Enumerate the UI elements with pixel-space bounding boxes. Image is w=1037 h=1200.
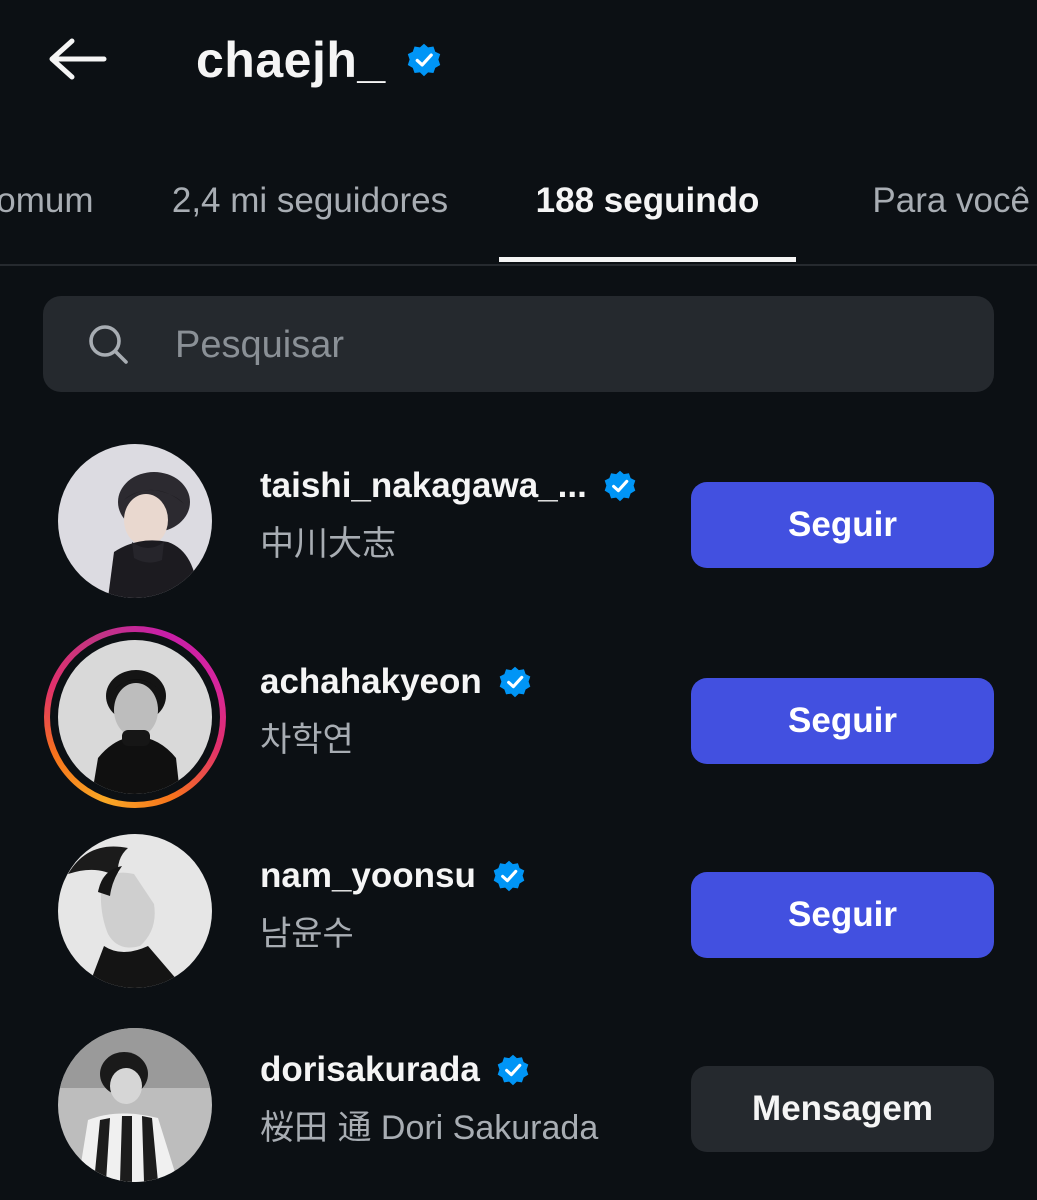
avatar-container[interactable] <box>44 820 226 1002</box>
username[interactable]: dorisakurada <box>260 1050 480 1090</box>
avatar[interactable] <box>58 1028 212 1182</box>
avatar-container[interactable] <box>44 430 226 612</box>
search-input[interactable] <box>173 296 967 394</box>
message-button[interactable]: Mensagem <box>691 1066 994 1152</box>
username[interactable]: taishi_nakagawa_... <box>260 466 587 506</box>
verified-badge-icon <box>406 42 442 78</box>
search-icon <box>87 323 129 365</box>
follow-button[interactable]: Seguir <box>691 482 994 568</box>
search-bar[interactable] <box>43 296 994 394</box>
active-tab-indicator <box>499 257 796 262</box>
tabs-bar: Em comum 2,4 mi seguidores 188 seguindo … <box>0 140 1037 266</box>
tab-para-voce[interactable]: Para você <box>800 140 1030 262</box>
list-item[interactable]: taishi_nakagawa_... 中川大志 Seguir <box>0 426 1037 616</box>
verified-badge-icon <box>603 469 637 503</box>
username-line: achahakyeon <box>260 658 680 706</box>
full-name: 차학연 <box>260 721 354 759</box>
list-item[interactable]: nam_yoonsu 남윤수 Seguir <box>0 816 1037 1006</box>
avatar[interactable] <box>58 640 212 794</box>
avatar[interactable] <box>58 834 212 988</box>
follow-button[interactable]: Seguir <box>691 678 994 764</box>
username[interactable]: achahakyeon <box>260 662 482 702</box>
user-info[interactable]: taishi_nakagawa_... 中川大志 <box>260 462 680 565</box>
full-name: 남윤수 <box>260 915 354 953</box>
username-line: nam_yoonsu <box>260 852 680 900</box>
tab-seguidores[interactable]: 2,4 mi seguidores <box>120 140 500 262</box>
username[interactable]: nam_yoonsu <box>260 856 476 896</box>
back-button[interactable] <box>40 30 112 92</box>
top-bar: chaejh_ <box>0 0 1037 125</box>
tab-em-comum[interactable]: Em comum <box>0 140 120 262</box>
follow-button[interactable]: Seguir <box>691 872 994 958</box>
tab-seguindo[interactable]: 188 seguindo <box>499 140 796 262</box>
avatar-container[interactable] <box>44 1014 226 1196</box>
avatar-container[interactable] <box>44 626 226 808</box>
list-item[interactable]: achahakyeon 차학연 Seguir <box>0 622 1037 812</box>
verified-badge-icon <box>492 859 526 893</box>
arrow-left-icon <box>44 35 108 88</box>
title-group: chaejh_ <box>196 28 442 92</box>
username-line: taishi_nakagawa_... <box>260 462 680 510</box>
full-name: 桜田 通 Dori Sakurada <box>260 1109 599 1147</box>
list-item[interactable]: dorisakurada 桜田 通 Dori Sakurada Mensagem <box>0 1010 1037 1200</box>
page-title: chaejh_ <box>196 32 386 88</box>
verified-badge-icon <box>496 1053 530 1087</box>
user-info[interactable]: achahakyeon 차학연 <box>260 658 680 761</box>
full-name: 中川大志 <box>260 525 396 563</box>
username-line: dorisakurada <box>260 1046 680 1094</box>
avatar[interactable] <box>58 444 212 598</box>
user-info[interactable]: nam_yoonsu 남윤수 <box>260 852 680 955</box>
verified-badge-icon <box>498 665 532 699</box>
user-info[interactable]: dorisakurada 桜田 通 Dori Sakurada <box>260 1046 680 1149</box>
